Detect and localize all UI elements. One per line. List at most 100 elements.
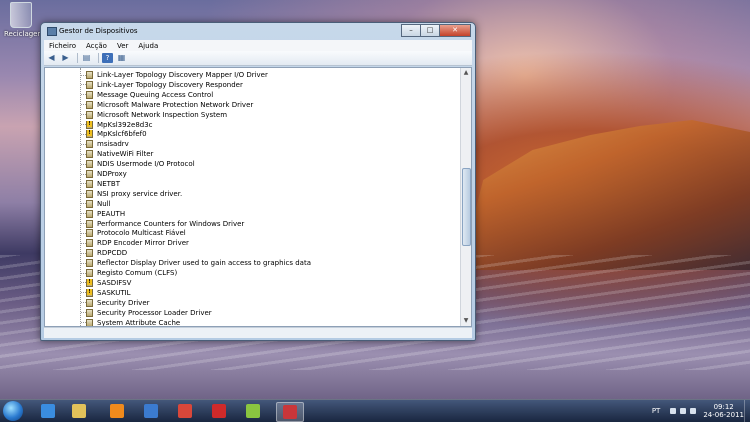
menu-ficheiro[interactable]: Ficheiro — [44, 42, 81, 50]
forward-icon[interactable]: ▶ — [60, 53, 71, 63]
clock-time: 09:12 — [713, 403, 734, 411]
device-list-item[interactable]: NDProxy — [81, 169, 127, 179]
menu-ajuda[interactable]: Ajuda — [133, 42, 163, 50]
device-label: MpKslcf6bfef0 — [97, 130, 147, 139]
toolbar-separator — [98, 53, 99, 63]
device-manager-app-icon — [47, 27, 57, 36]
device-driver-icon — [86, 219, 93, 228]
menu-ver[interactable]: Ver — [112, 42, 133, 50]
device-label: Performance Counters for Windows Driver — [97, 219, 245, 228]
maximize-button[interactable]: □ — [420, 24, 440, 37]
device-list-item[interactable]: RDP Encoder Mirror Driver — [81, 238, 189, 248]
device-list-item[interactable]: SASDIFSV — [81, 278, 131, 288]
device-list-item[interactable]: Security Driver — [81, 298, 150, 308]
device-list-item[interactable]: Message Queuing Access Control — [81, 90, 213, 100]
taskbar-button[interactable] — [66, 402, 92, 420]
device-driver-icon — [86, 100, 93, 109]
status-bar — [44, 327, 472, 338]
antivirus-icon — [212, 404, 226, 418]
scroll-up-icon[interactable]: ▲ — [462, 69, 470, 77]
volume-icon[interactable] — [690, 408, 697, 414]
taskbar-button[interactable] — [138, 402, 164, 420]
close-button[interactable]: ✕ — [439, 24, 471, 37]
device-label: Microsoft Network Inspection System — [97, 110, 228, 119]
title-bar[interactable]: Gestor de Dispositivos – □ ✕ — [41, 23, 475, 39]
start-button[interactable] — [3, 401, 23, 421]
back-icon[interactable]: ◀ — [46, 53, 57, 63]
network-app-icon — [144, 404, 158, 418]
taskbar-button[interactable] — [104, 402, 130, 420]
taskbar-button[interactable] — [172, 402, 198, 420]
chrome-icon — [178, 404, 192, 418]
taskbar-button[interactable] — [240, 402, 266, 420]
recycle-bin-desktop-icon[interactable]: Reciclagem — [4, 2, 45, 38]
device-driver-icon — [86, 249, 93, 258]
scan-hardware-icon[interactable]: ▦ — [116, 53, 127, 63]
taskbar-button[interactable] — [276, 402, 304, 422]
device-driver-icon — [86, 160, 93, 169]
device-label: MpKsl392e8d3c — [97, 120, 153, 129]
device-list-item[interactable]: MpKsl392e8d3c — [81, 120, 153, 130]
taskbar-button[interactable] — [206, 402, 232, 420]
device-list-item[interactable]: NativeWiFi Filter — [81, 149, 153, 159]
device-list-item[interactable]: NETBT — [81, 179, 120, 189]
device-list-item[interactable]: msisadrv — [81, 139, 129, 149]
device-list-item[interactable]: Performance Counters for Windows Driver — [81, 219, 244, 229]
recycle-bin-label: Reciclagem — [4, 30, 45, 38]
minimize-button[interactable]: – — [401, 24, 421, 37]
device-label: PEAUTH — [97, 209, 126, 218]
device-driver-icon — [86, 239, 93, 248]
device-list-item[interactable]: Null — [81, 199, 111, 209]
device-list-item[interactable]: Protocolo Multicast Fiável — [81, 228, 186, 238]
system-tray: PT 09:12 24-06-2011 — [652, 403, 744, 419]
device-label: Security Processor Loader Driver — [97, 308, 212, 317]
device-driver-icon — [86, 179, 93, 188]
device-list-item[interactable]: Reflector Display Driver used to gain ac… — [81, 258, 311, 268]
media-player-icon — [110, 404, 124, 418]
device-driver-icon — [86, 209, 93, 218]
device-list-item[interactable]: Security Processor Loader Driver — [81, 308, 212, 318]
show-desktop-button[interactable] — [744, 400, 750, 422]
device-list-item[interactable]: MpKslcf6bfef0 — [81, 129, 147, 139]
utility-app-icon — [246, 404, 260, 418]
menu-bar: Ficheiro Acção Ver Ajuda — [44, 40, 472, 51]
device-warning-icon — [86, 130, 93, 139]
help-icon[interactable]: ? — [102, 53, 113, 63]
device-list-item[interactable]: NSI proxy service driver. — [81, 189, 182, 199]
device-list-item[interactable]: Microsoft Malware Protection Network Dri… — [81, 100, 253, 110]
device-list-item[interactable]: Link-Layer Topology Discovery Responder — [81, 80, 243, 90]
language-indicator[interactable]: PT — [652, 407, 661, 415]
device-list-item[interactable]: Microsoft Network Inspection System — [81, 110, 227, 120]
device-label: Link-Layer Topology Discovery Responder — [97, 80, 243, 89]
device-driver-icon — [86, 189, 93, 198]
recycle-bin-icon — [10, 2, 32, 28]
network-icon[interactable] — [680, 408, 687, 414]
clock[interactable]: 09:12 24-06-2011 — [703, 403, 744, 419]
device-warning-icon — [86, 288, 93, 297]
device-label: NativeWiFi Filter — [97, 150, 154, 159]
device-label: RDPCDD — [97, 249, 128, 258]
toolbar-separator — [77, 53, 78, 63]
menu-accao[interactable]: Acção — [81, 42, 112, 50]
device-label: Null — [97, 199, 111, 208]
scroll-thumb[interactable] — [462, 168, 471, 246]
device-list-item[interactable]: System Attribute Cache — [81, 318, 180, 326]
device-list-item[interactable]: NDIS Usermode I/O Protocol — [81, 159, 195, 169]
device-list-item[interactable]: PEAUTH — [81, 209, 125, 219]
properties-icon[interactable]: ▤ — [81, 53, 92, 63]
flag-icon[interactable] — [670, 408, 677, 414]
device-driver-icon — [86, 199, 93, 208]
device-label: NETBT — [97, 179, 121, 188]
device-driver-icon — [86, 90, 93, 99]
taskbar-button[interactable] — [35, 402, 61, 420]
scroll-down-icon[interactable]: ▼ — [462, 317, 470, 325]
device-list-item[interactable]: Registo Comum (CLFS) — [81, 268, 177, 278]
device-label: Protocolo Multicast Fiável — [97, 229, 186, 238]
device-list-item[interactable]: RDPCDD — [81, 248, 127, 258]
device-list-item[interactable]: Link-Layer Topology Discovery Mapper I/O… — [81, 70, 268, 80]
internet-explorer-icon — [41, 404, 55, 418]
vertical-scrollbar[interactable]: ▲ ▼ — [460, 68, 471, 326]
device-tree: Link-Layer Topology Discovery Mapper I/O… — [44, 67, 472, 327]
device-list-item[interactable]: SASKUTIL — [81, 288, 131, 298]
device-label: SASKUTIL — [97, 288, 131, 297]
